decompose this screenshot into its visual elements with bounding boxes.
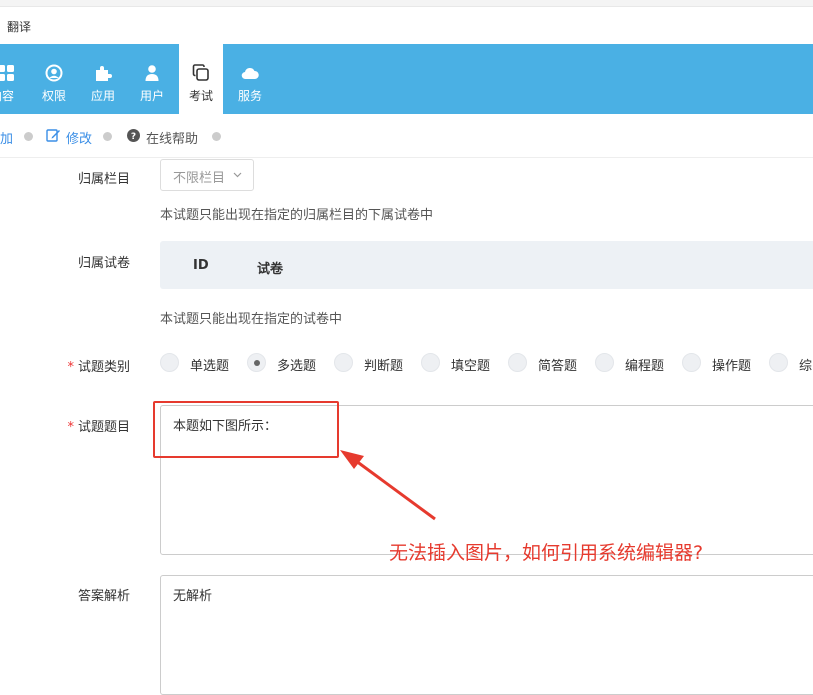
annotation-text: 无法插入图片，如何引用系统编辑器? bbox=[389, 542, 704, 564]
annotation-arrow bbox=[340, 450, 436, 521]
